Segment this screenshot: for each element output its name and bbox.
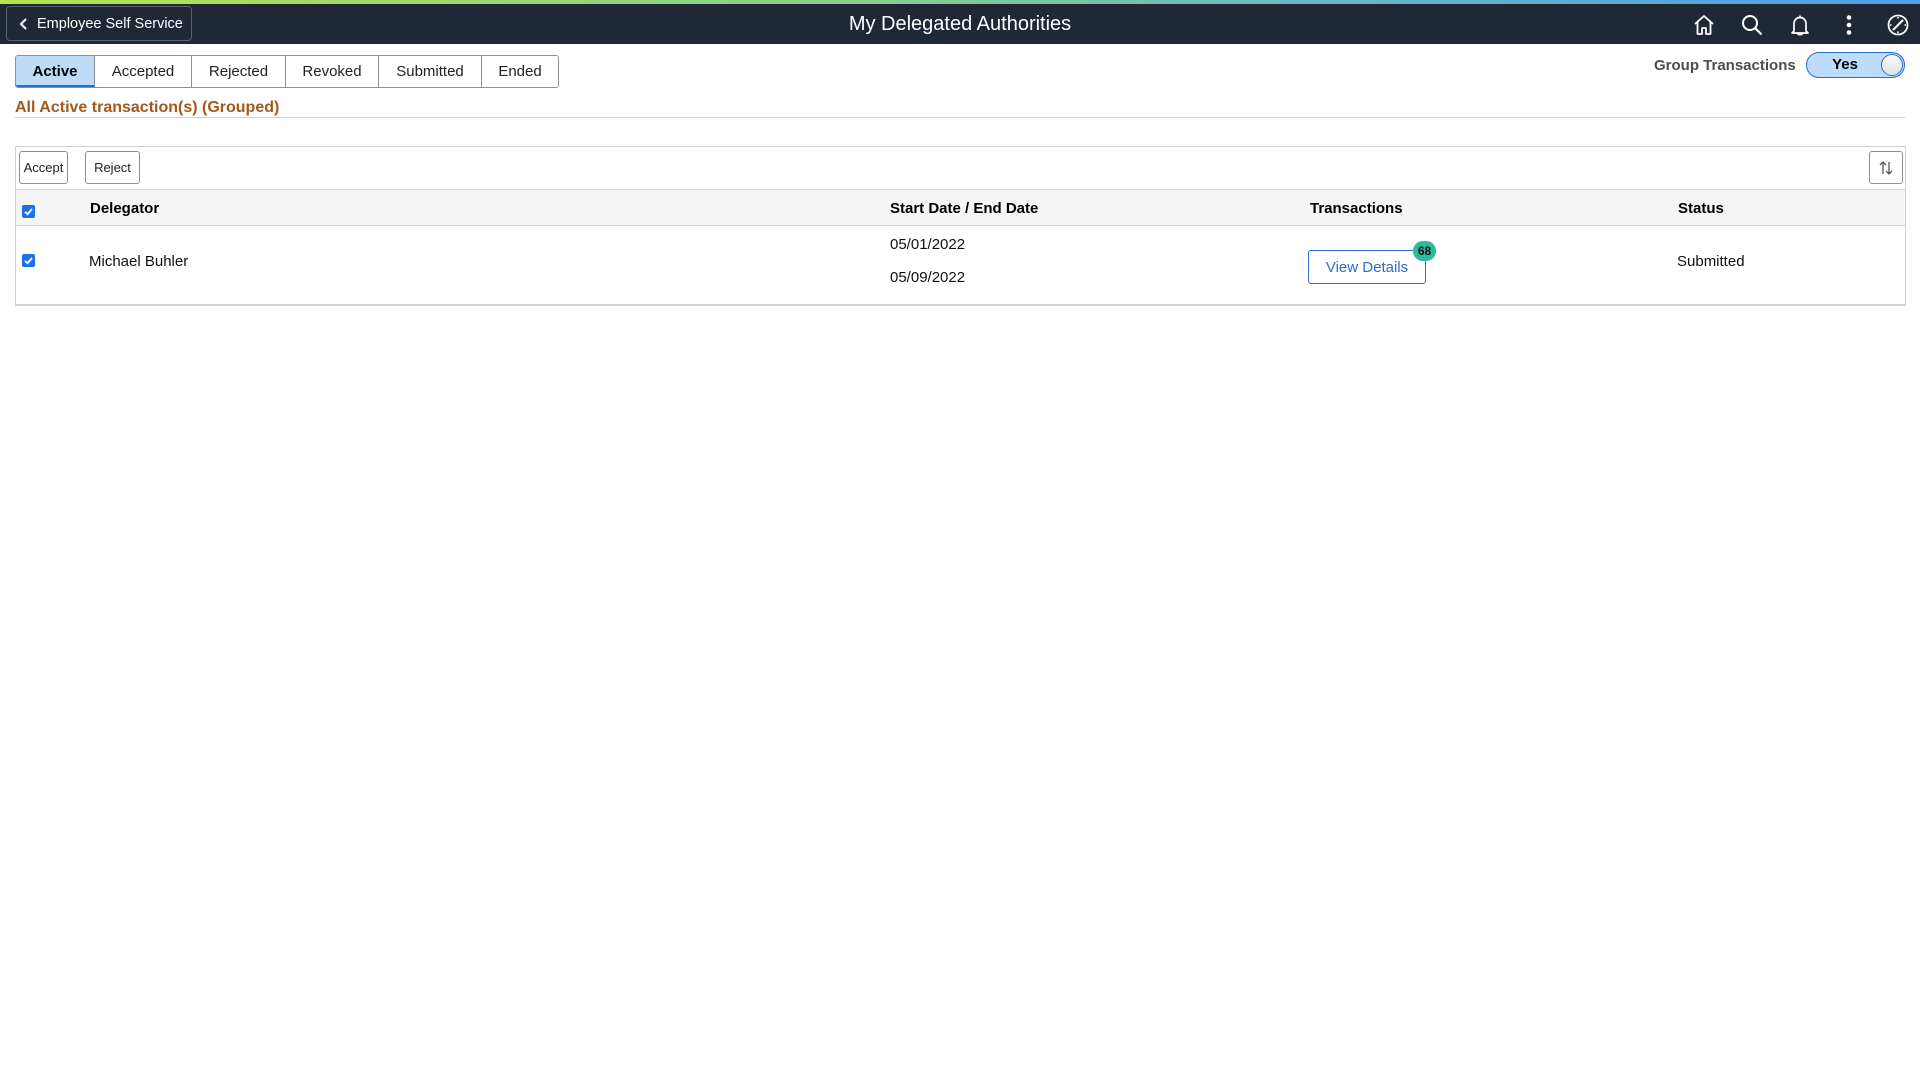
delegator-name: Michael Buhler — [89, 253, 189, 270]
page-title-text: My Delegated Authorities — [848, 13, 1072, 35]
column-header-dates[interactable]: Start Date / End Date — [890, 200, 1038, 217]
notifications-button[interactable] — [1785, 10, 1815, 40]
column-header-status[interactable]: Status — [1678, 200, 1724, 217]
compass-icon — [1887, 14, 1909, 36]
sort-button[interactable] — [1869, 151, 1903, 184]
sort-icon — [1879, 160, 1893, 175]
tab-submitted[interactable]: Submitted — [379, 56, 482, 87]
group-transactions-label: Group Transactions — [1654, 57, 1796, 74]
accept-button[interactable]: Accept — [19, 151, 68, 184]
tab-accepted[interactable]: Accepted — [95, 56, 192, 87]
transactions-count-badge: 68 — [1413, 241, 1436, 261]
chevron-left-icon — [19, 17, 27, 30]
tab-active[interactable]: Active — [16, 56, 95, 87]
toggle-knob — [1881, 54, 1903, 76]
checkmark-icon — [24, 208, 33, 216]
home-icon — [1694, 15, 1714, 35]
reject-button[interactable]: Reject — [85, 151, 140, 184]
section-title: All Active transaction(s) (Grouped) — [15, 99, 280, 116]
tab-ended[interactable]: Ended — [482, 56, 558, 87]
end-date: 05/09/2022 — [890, 269, 966, 286]
delegations-grid: Accept Reject Delegator Start Date / End… — [15, 146, 1906, 306]
toggle-value: Yes — [1832, 56, 1858, 73]
row-checkbox[interactable] — [22, 254, 35, 267]
back-button-label: Employee Self Service — [37, 15, 183, 32]
select-all-checkbox[interactable] — [22, 205, 35, 218]
status-tabs: Active Accepted Rejected Revoked Submitt… — [15, 55, 559, 88]
tab-revoked[interactable]: Revoked — [286, 56, 379, 87]
column-header-transactions[interactable]: Transactions — [1310, 200, 1403, 217]
app-header: Employee Self Service My Delegated Autho… — [0, 4, 1920, 44]
back-button[interactable]: Employee Self Service — [6, 6, 192, 41]
home-button[interactable] — [1689, 10, 1719, 40]
bell-icon — [1791, 15, 1809, 36]
more-actions-button[interactable] — [1834, 10, 1864, 40]
search-icon — [1742, 15, 1763, 36]
start-date: 05/01/2022 — [890, 236, 966, 253]
section-divider — [15, 117, 1905, 118]
group-transactions-toggle[interactable]: Yes — [1806, 52, 1905, 78]
tab-rejected[interactable]: Rejected — [192, 56, 286, 87]
view-details-button[interactable]: View Details — [1308, 250, 1426, 284]
grid-header-row: Delegator Start Date / End Date Transact… — [16, 189, 1905, 226]
navigator-button[interactable] — [1883, 10, 1913, 40]
checkmark-icon — [24, 257, 33, 265]
more-vertical-icon — [1846, 15, 1852, 35]
page-title: My Delegated Authorities — [0, 4, 1920, 44]
search-button[interactable] — [1737, 10, 1767, 40]
column-header-delegator[interactable]: Delegator — [90, 200, 159, 217]
status-value: Submitted — [1677, 253, 1745, 270]
